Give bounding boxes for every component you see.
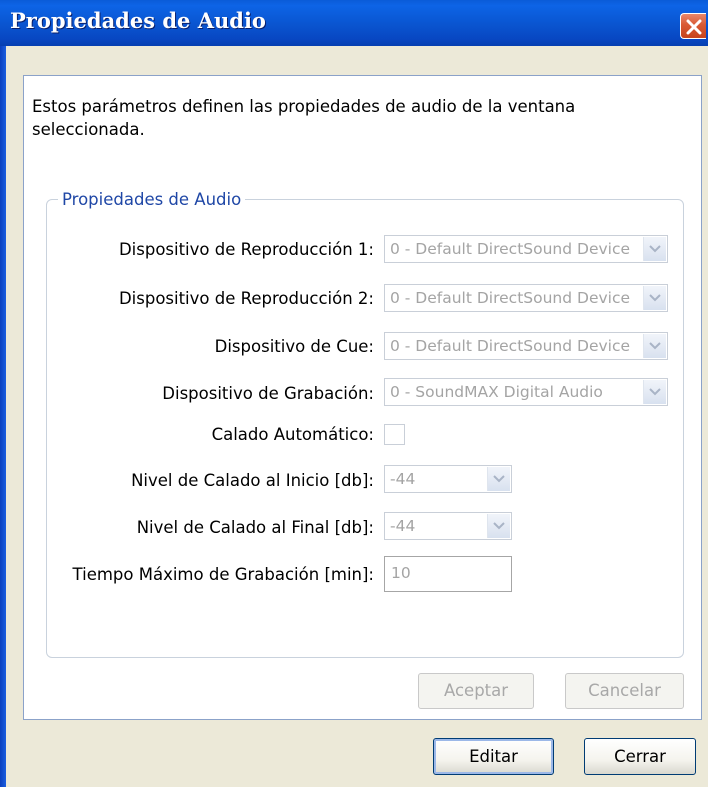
playback-device-1-select[interactable]: 0 - Default DirectSound Device — [384, 235, 668, 263]
max-recording-time-label: Tiempo Máximo de Grabación [min]: — [72, 565, 374, 584]
description-text: Estos parámetros definen las propiedades… — [32, 97, 576, 139]
window-title: Propiedades de Audio — [10, 8, 266, 33]
max-recording-time-value: 10 — [391, 564, 411, 582]
max-recording-time-input[interactable]: 10 — [384, 556, 512, 592]
chevron-down-icon — [493, 475, 505, 483]
chevron-down-icon — [649, 245, 661, 253]
chevron-down-icon — [649, 388, 661, 396]
playback-device-2-value: 0 - Default DirectSound Device — [390, 289, 631, 307]
cue-device-select[interactable]: 0 - Default DirectSound Device — [384, 332, 668, 360]
playback-device-2-select[interactable]: 0 - Default DirectSound Device — [384, 284, 668, 312]
recording-device-value: 0 - SoundMAX Digital Audio — [390, 383, 603, 401]
trim-end-select[interactable]: -44 — [384, 512, 512, 540]
edit-button[interactable]: Editar — [433, 738, 554, 775]
cancel-button[interactable]: Cancelar — [565, 673, 684, 709]
dropdown-button[interactable] — [487, 467, 510, 491]
chevron-down-icon — [493, 522, 505, 530]
window-frame — [0, 46, 6, 787]
dropdown-button[interactable] — [487, 514, 510, 538]
close-button[interactable]: Cerrar — [584, 738, 696, 775]
trim-end-value: -44 — [390, 517, 416, 535]
trim-start-value: -44 — [390, 470, 416, 488]
title-bar[interactable]: Propiedades de Audio — [0, 0, 708, 46]
group-title: Propiedades de Audio — [58, 190, 246, 209]
auto-trim-checkbox[interactable] — [384, 424, 405, 445]
accept-button[interactable]: Aceptar — [418, 673, 534, 709]
cue-device-label: Dispositivo de Cue: — [214, 337, 374, 356]
trim-end-label: Nivel de Calado al Final [db]: — [136, 518, 374, 537]
close-window-button[interactable] — [680, 13, 706, 39]
close-icon — [686, 19, 702, 35]
playback-device-1-label: Dispositivo de Reproducción 1: — [118, 240, 374, 259]
playback-device-2-label: Dispositivo de Reproducción 2: — [118, 289, 374, 308]
dropdown-button[interactable] — [643, 334, 666, 358]
auto-trim-label: Calado Automático: — [211, 425, 374, 444]
playback-device-1-value: 0 - Default DirectSound Device — [390, 240, 631, 258]
trim-start-label: Nivel de Calado al Inicio [db]: — [131, 471, 374, 490]
chevron-down-icon — [649, 294, 661, 302]
dropdown-button[interactable] — [643, 286, 666, 310]
dropdown-button[interactable] — [643, 237, 666, 261]
recording-device-select[interactable]: 0 - SoundMAX Digital Audio — [384, 378, 668, 406]
cue-device-value: 0 - Default DirectSound Device — [390, 337, 631, 355]
chevron-down-icon — [649, 342, 661, 350]
trim-start-select[interactable]: -44 — [384, 465, 512, 493]
dropdown-button[interactable] — [643, 380, 666, 404]
recording-device-label: Dispositivo de Grabación: — [162, 384, 374, 403]
